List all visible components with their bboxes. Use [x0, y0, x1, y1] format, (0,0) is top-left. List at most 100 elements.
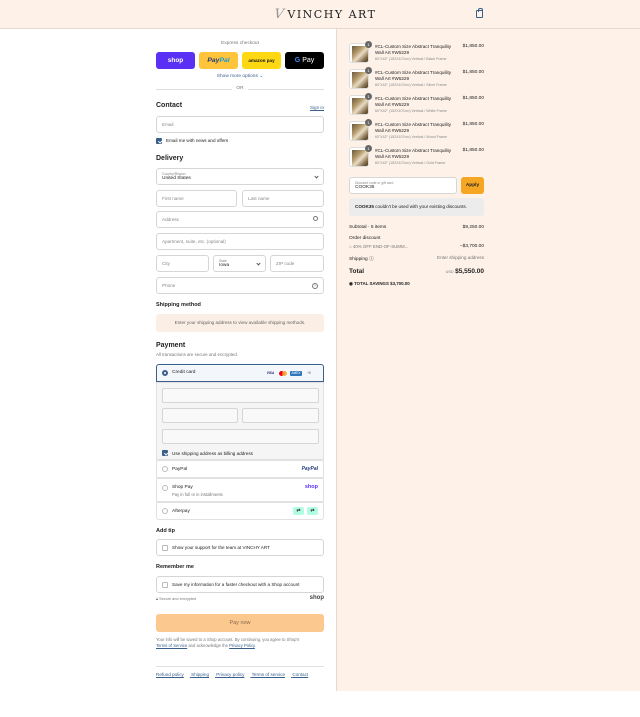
search-icon	[313, 216, 318, 221]
last-name-field[interactable]: Last name	[242, 190, 324, 207]
item-variant: 60"X42" (152X107cm) Vertical / Gold Fram…	[375, 161, 446, 165]
item-price: $1,850.00	[462, 122, 484, 127]
billing-same-checkbox[interactable]	[162, 450, 168, 456]
shipping-row-label: Shipping ⓘ	[349, 255, 374, 262]
discount-name: 40% OFF END-OF-SUMM...	[352, 244, 409, 249]
news-offers-label: Email me with news and offers	[166, 138, 229, 143]
item-variant: 60"X42" (152X107cm) Vertical / Silver Fr…	[375, 83, 447, 87]
tip-option[interactable]: Show your support for the team at VINCHY…	[156, 539, 324, 556]
total-savings-row: ◉ TOTAL SAVINGS $3,700.00	[349, 281, 410, 287]
remember-label: Save my information for a faster checkou…	[172, 582, 300, 587]
subtotal-label: Subtotal · 5 items	[349, 225, 387, 230]
state-value: Iowa	[219, 263, 230, 268]
pay-now-button[interactable]: Pay now	[156, 614, 324, 632]
footer-link-shipping[interactable]: Shipping	[191, 672, 209, 677]
phone-field[interactable]: Phone ?	[156, 277, 324, 294]
tag-icon: ⌂	[349, 244, 352, 249]
phone-placeholder: Phone	[162, 283, 176, 288]
footer-link-refund[interactable]: Refund policy	[156, 672, 184, 677]
shop-pay-option[interactable]: Shop Pay Pay in full or in installments …	[156, 478, 324, 502]
help-icon[interactable]: ?	[312, 283, 318, 289]
paypal-button[interactable]: Pay Pal	[199, 52, 238, 69]
tip-checkbox[interactable]	[162, 545, 168, 551]
info-icon[interactable]: ⓘ	[369, 257, 374, 262]
shop-pay-label: Shop Pay	[172, 485, 193, 490]
last-name-placeholder: Last name	[248, 196, 270, 201]
secure-label: Secure and encrypted	[159, 597, 197, 601]
contact-title: Contact	[156, 102, 183, 109]
item-price: $1,850.00	[462, 148, 484, 153]
shop-pay-button[interactable]: shop	[156, 52, 195, 69]
zip-field[interactable]: ZIP code	[270, 255, 324, 272]
chevron-down-icon	[256, 260, 261, 266]
visa-icon: VISA	[266, 371, 275, 375]
discount-error-message: couldn't be used with your existing disc…	[373, 204, 467, 209]
google-g-icon: G	[294, 57, 301, 64]
item-price: $1,850.00	[462, 44, 484, 49]
paypal-button-label-b: Pal	[219, 57, 230, 64]
show-more-options-label: Show more options	[216, 74, 258, 79]
discount-amount: −$3,700.00	[459, 244, 484, 249]
savings-tag-icon: ◉	[349, 281, 353, 286]
card-details-panel: Use shipping address as billing address	[156, 382, 324, 460]
chevron-down-icon	[314, 173, 319, 179]
footer-link-terms[interactable]: Terms of service	[252, 672, 285, 677]
shop-pay-button-label: shop	[167, 57, 184, 64]
payment-subtitle: All transactions are secure and encrypte…	[156, 352, 239, 357]
amazon-pay-button[interactable]: amazon pay	[242, 52, 281, 69]
credit-card-option[interactable]: Credit card VISA AMEX +5	[156, 364, 324, 382]
quantity-badge: 1	[365, 145, 372, 152]
state-select[interactable]: State Iowa	[213, 255, 266, 272]
city-field[interactable]: City	[156, 255, 209, 272]
remember-checkbox[interactable]	[162, 582, 168, 588]
brand-logo[interactable]: V VINCHY ART	[272, 7, 376, 22]
afterpay-logo-icon: ⇄	[293, 507, 304, 515]
shopping-bag-icon[interactable]	[476, 8, 483, 18]
legal-text-1: Your info will be saved to a Shop accoun…	[156, 637, 300, 642]
afterpay-option[interactable]: Afterpay ⇄ ⇄	[156, 502, 324, 520]
shop-pay-radio[interactable]	[162, 485, 168, 491]
first-name-field[interactable]: First name	[156, 190, 237, 207]
afterpay-radio[interactable]	[162, 508, 168, 514]
discount-code-field[interactable]: Discount code or gift card COOK35	[349, 177, 457, 194]
paypal-option[interactable]: PayPal PayPal	[156, 460, 324, 478]
footer-link-contact[interactable]: Contact	[292, 672, 308, 677]
sign-in-link[interactable]: Sign in	[304, 105, 324, 110]
divider-right	[248, 89, 324, 90]
google-pay-button[interactable]: G Pay	[285, 52, 324, 69]
payment-title: Payment	[156, 342, 186, 349]
quantity-badge: 1	[365, 67, 372, 74]
legal-text: Your info will be saved to a Shop accoun…	[156, 637, 324, 649]
email-placeholder: Email	[162, 122, 174, 127]
currency-label: USD	[445, 270, 454, 274]
city-placeholder: City	[162, 261, 170, 266]
apply-button[interactable]: Apply	[461, 177, 484, 194]
item-price: $1,850.00	[462, 70, 484, 75]
footer-links: Refund policy Shipping Privacy policy Te…	[156, 672, 314, 677]
show-more-options-link[interactable]: Show more options ⌄	[156, 74, 324, 79]
card-name-field[interactable]	[162, 429, 319, 444]
apartment-field[interactable]: Apartment, suite, etc. (optional)	[156, 233, 324, 250]
news-offers-checkbox[interactable]	[156, 138, 162, 144]
legal-text-3: .	[254, 643, 257, 648]
item-variant: 60"X42" (152X107cm) Vertical / Black Fra…	[375, 57, 447, 61]
card-number-field[interactable]	[162, 388, 319, 403]
quantity-badge: 1	[365, 93, 372, 100]
credit-card-radio[interactable]	[162, 370, 168, 376]
card-expiry-field[interactable]	[162, 408, 238, 423]
footer-link-privacy[interactable]: Privacy policy	[216, 672, 244, 677]
discount-name-row: ⌂ 40% OFF END-OF-SUMM...	[349, 244, 408, 249]
credit-card-label: Credit card	[172, 370, 196, 375]
email-field[interactable]: Email	[156, 116, 324, 133]
address-field[interactable]: Address	[156, 211, 324, 228]
card-cvv-field[interactable]	[242, 408, 319, 423]
afterpay-label: Afterpay	[172, 509, 190, 514]
paypal-radio[interactable]	[162, 466, 168, 472]
terms-of-service-link[interactable]: Terms of Service	[156, 643, 187, 648]
country-select[interactable]: Country/Region United States	[156, 168, 324, 185]
paypal-logo-icon: PayPal	[301, 466, 318, 472]
remember-option[interactable]: Save my information for a faster checkou…	[156, 576, 324, 593]
privacy-policy-link[interactable]: Privacy Policy	[229, 643, 255, 648]
divider-left	[156, 89, 232, 90]
shipping-method-notice: Enter your shipping address to view avai…	[156, 314, 324, 332]
